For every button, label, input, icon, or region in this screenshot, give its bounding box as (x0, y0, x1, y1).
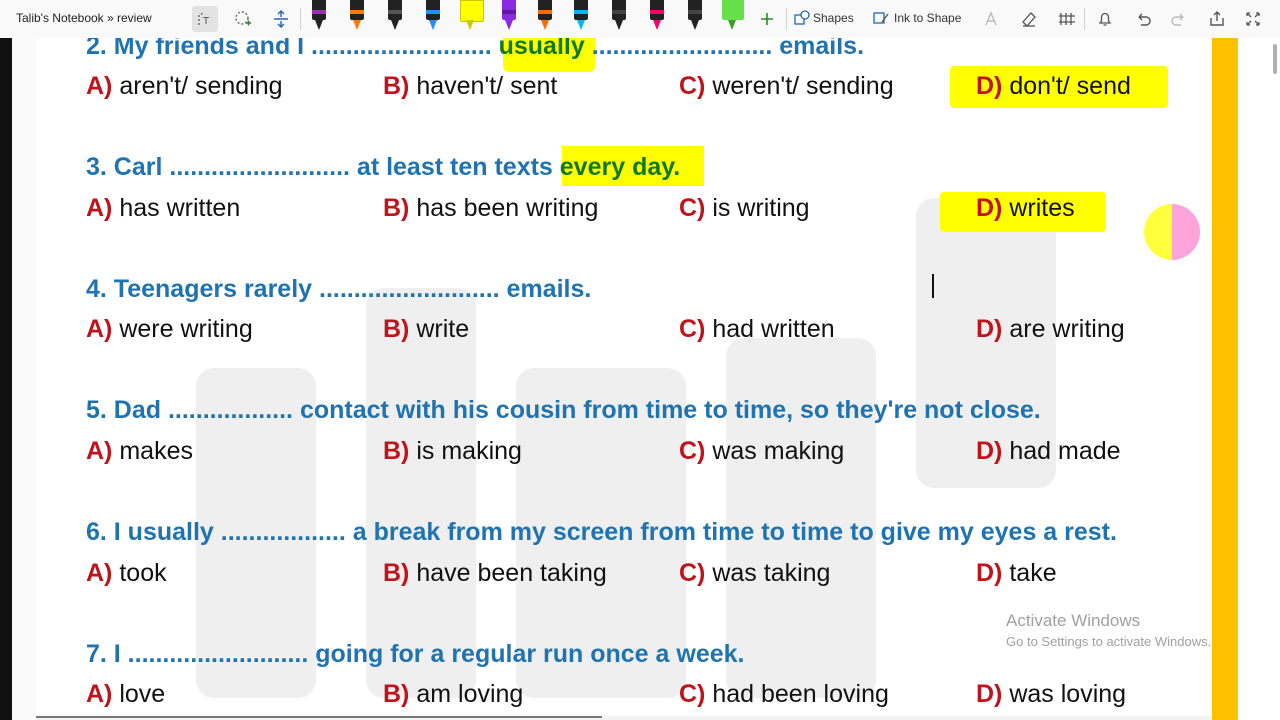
toolbar-separator (1084, 8, 1085, 30)
option-d: D) take (976, 559, 1057, 587)
question-2: 2. My friends and I ....................… (86, 38, 864, 61)
redo-icon[interactable] (1166, 6, 1192, 32)
pen-cursor-indicator (1144, 204, 1200, 260)
text-cursor (932, 274, 934, 298)
highlighted-text: every day. (559, 153, 681, 181)
lasso-add-icon[interactable] (230, 6, 256, 32)
option-b: B) have been taking (383, 559, 607, 587)
question-7: 7. I .......................... going fo… (86, 640, 745, 668)
eraser-icon[interactable] (1016, 6, 1042, 32)
option-d: D) writes (976, 194, 1075, 222)
ink-to-shape-button[interactable]: Ink to Shape (894, 11, 961, 25)
option-c: C) was taking (679, 559, 831, 587)
shapes-button[interactable]: Shapes (813, 11, 854, 25)
undo-icon[interactable] (1130, 6, 1156, 32)
left-dark-margin (0, 38, 12, 720)
ribbon-toolbar: Talib's Notebook » review T Shapes Ink t… (0, 0, 1280, 39)
window-title: Talib's Notebook » review (16, 11, 152, 25)
vertical-scrollbar[interactable] (1273, 44, 1277, 74)
option-a: A) makes (86, 437, 193, 465)
question-3: 3. Carl .......................... at le… (86, 152, 680, 182)
highlighter-yellow[interactable] (460, 0, 484, 34)
pen-magenta[interactable] (650, 0, 664, 34)
option-c: C) had written (679, 315, 835, 343)
option-d: D) was loving (976, 680, 1127, 708)
option-b: B) has been writing (383, 194, 599, 222)
option-b: B) haven't/ sent (383, 72, 558, 100)
pen-orange-2[interactable] (538, 0, 552, 34)
pen-purple[interactable] (502, 0, 516, 34)
option-c: C) weren't/ sending (679, 72, 894, 100)
share-icon[interactable] (1204, 6, 1230, 32)
option-a: A) love (86, 680, 166, 708)
question-stem: 2. My friends and I ....................… (86, 38, 499, 60)
question-5: 5. Dad .................. contact with h… (86, 396, 1041, 424)
add-pen-icon[interactable] (754, 6, 780, 32)
option-a: A) were writing (86, 315, 253, 343)
question-stem-end: .......................... emails. (584, 38, 865, 60)
pen-black-purple[interactable] (312, 0, 326, 34)
option-b: B) am loving (383, 680, 524, 708)
fullscreen-icon[interactable] (1240, 6, 1266, 32)
ruler-icon[interactable] (1054, 6, 1080, 32)
yellow-page-border (1212, 38, 1238, 720)
question-4: 4. Teenagers rarely ....................… (86, 275, 592, 303)
pen-black-1[interactable] (388, 0, 402, 34)
option-b: B) write (383, 315, 470, 343)
pen-black-3[interactable] (688, 0, 702, 34)
pen-black-2[interactable] (612, 0, 626, 34)
left-gutter (12, 38, 36, 720)
option-c: C) is writing (679, 194, 810, 222)
option-a: A) has written (86, 194, 241, 222)
highlighted-text: usually (498, 38, 585, 60)
ink-to-shape-icon[interactable] (872, 10, 890, 26)
activate-windows-subtitle: Go to Settings to activate Windows. (1006, 634, 1212, 649)
question-stem: 3. Carl .......................... at le… (86, 153, 560, 181)
watermark-shape (366, 288, 476, 698)
option-d: D) don't/ send (976, 72, 1131, 100)
pen-blue[interactable] (426, 0, 440, 34)
bell-icon[interactable] (1092, 6, 1118, 32)
option-d: D) are writing (976, 315, 1125, 343)
pen-cyan[interactable] (574, 0, 588, 34)
option-a: A) took (86, 559, 167, 587)
right-margin (1238, 38, 1280, 720)
option-c: C) had been loving (679, 680, 889, 708)
toolbar-separator (300, 8, 301, 30)
option-b: B) is making (383, 437, 522, 465)
svg-text:T: T (202, 16, 210, 27)
ink-to-text-icon[interactable] (980, 6, 1006, 32)
activate-windows-title: Activate Windows (1006, 611, 1141, 630)
option-c: C) was making (679, 437, 845, 465)
shapes-icon[interactable] (794, 10, 810, 26)
option-a: A) aren't/ sending (86, 72, 283, 100)
bottom-divider (36, 716, 602, 718)
toolbar-separator (786, 8, 787, 30)
insert-space-icon[interactable] (268, 6, 294, 32)
question-6: 6. I usually .................. a break … (86, 518, 1117, 546)
option-d: D) had made (976, 437, 1121, 465)
pen-orange[interactable] (350, 0, 364, 34)
highlighter-green[interactable] (722, 0, 744, 34)
lasso-select-icon[interactable]: T (192, 6, 218, 32)
